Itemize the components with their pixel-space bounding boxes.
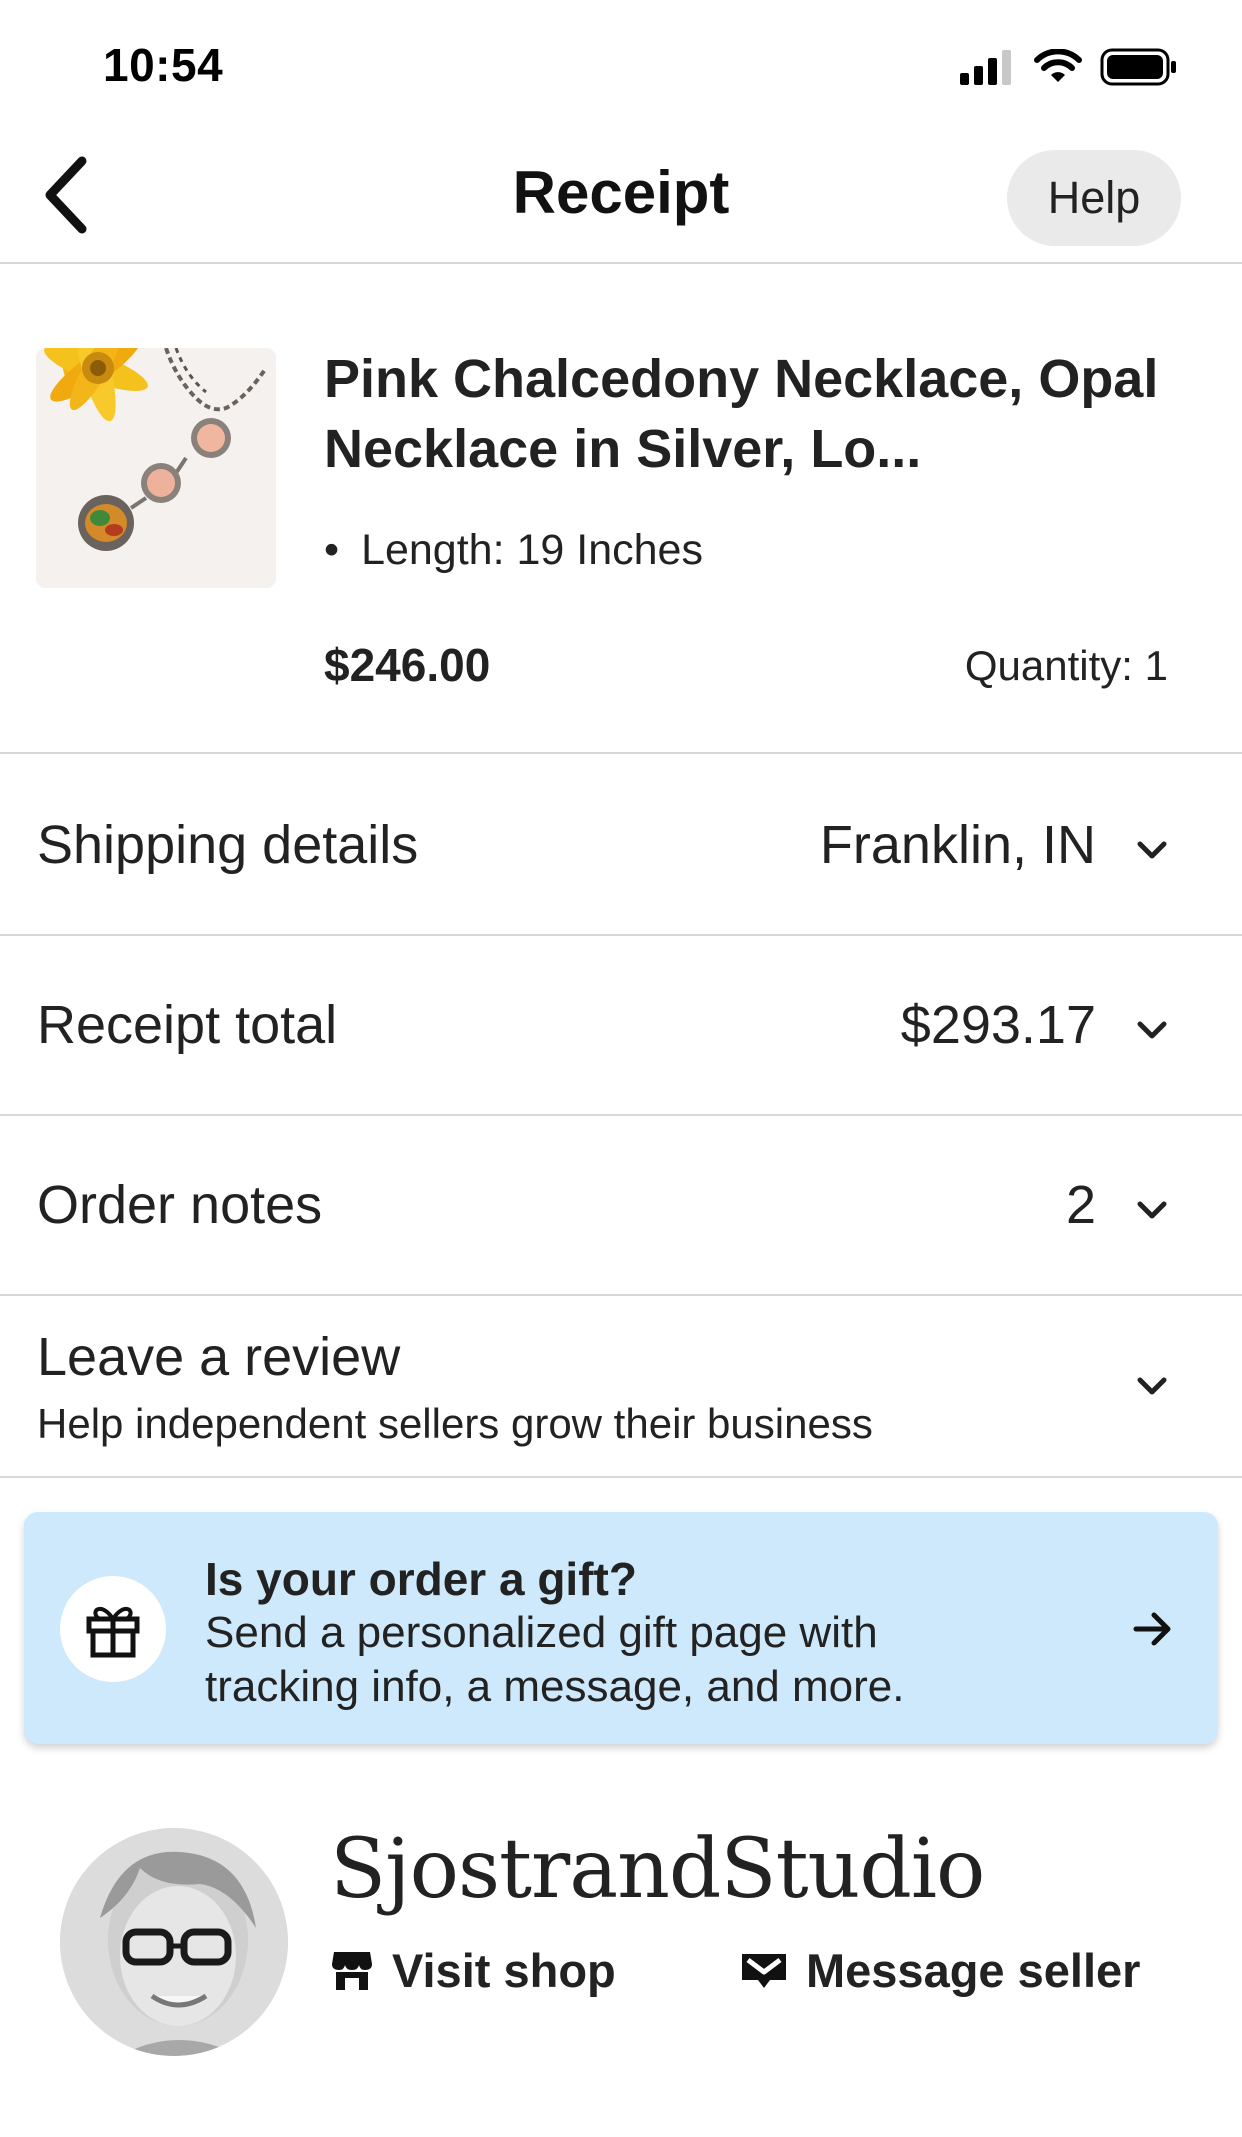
shipping-details-value: Franklin, IN [819,815,1096,875]
item-quantity: Quantity: 1 [964,642,1168,689]
cellular-signal-icon [960,50,1011,85]
order-notes-count: 2 [1065,1175,1096,1235]
variation-text: Length: 19 Inches [361,526,703,574]
row-divider [0,1476,1242,1478]
gift-icon [86,1607,140,1658]
receipt-total-value: $293.17 [900,995,1096,1055]
envelope-icon [742,1954,786,1988]
header-divider [0,262,1242,264]
gift-description: Send a personalized gift page with track… [205,1608,905,1711]
status-icons [960,46,1178,88]
chevron-down-icon [1137,1021,1167,1039]
shipping-details-label: Shipping details [37,815,419,875]
gift-icon-circle [60,1576,166,1682]
receipt-total-row[interactable]: Receipt total $293.17 [0,936,1242,1114]
item-price: $246.00 [324,639,491,691]
order-notes-row[interactable]: Order notes 2 [0,1116,1242,1294]
message-seller-label: Message seller [806,1943,1141,1997]
wifi-icon [1034,49,1082,82]
shipping-details-row[interactable]: Shipping details Franklin, IN [0,754,1242,934]
necklace-image [36,348,276,588]
item-variation: • Length: 19 Inches [324,526,703,575]
arrow-right-icon [1133,1612,1171,1646]
help-button[interactable]: Help [1007,150,1181,246]
visit-shop-label: Visit shop [392,1943,616,1997]
message-seller-button[interactable]: Message seller [740,1940,1140,2000]
seller-avatar[interactable] [60,1828,288,2056]
chevron-down-icon [1137,1201,1167,1219]
leave-review-subtitle: Help independent sellers grow their busi… [37,1400,873,1447]
seller-name[interactable]: SjostrandStudio [330,1822,985,1917]
receipt-total-label: Receipt total [37,995,338,1055]
item-thumbnail[interactable] [36,348,276,588]
item-title[interactable]: Pink Chalcedony Necklace, Opal Necklace … [324,344,1174,484]
visit-shop-button[interactable]: Visit shop [330,1940,616,2000]
leave-review-label: Leave a review [37,1327,401,1387]
status-time: 10:54 [103,39,224,91]
gift-banner[interactable]: Is your order a gift? Send a personalize… [24,1512,1218,1744]
chevron-down-icon [1137,841,1167,859]
bullet: • [324,526,340,574]
gift-title: Is your order a gift? [205,1553,637,1605]
shop-icon [332,1952,372,1990]
chevron-down-icon [1137,1377,1167,1395]
leave-review-row[interactable]: Leave a review Help independent sellers … [0,1296,1242,1476]
battery-icon [1100,48,1176,86]
order-notes-label: Order notes [37,1175,323,1235]
seller-photo [60,1828,288,2056]
